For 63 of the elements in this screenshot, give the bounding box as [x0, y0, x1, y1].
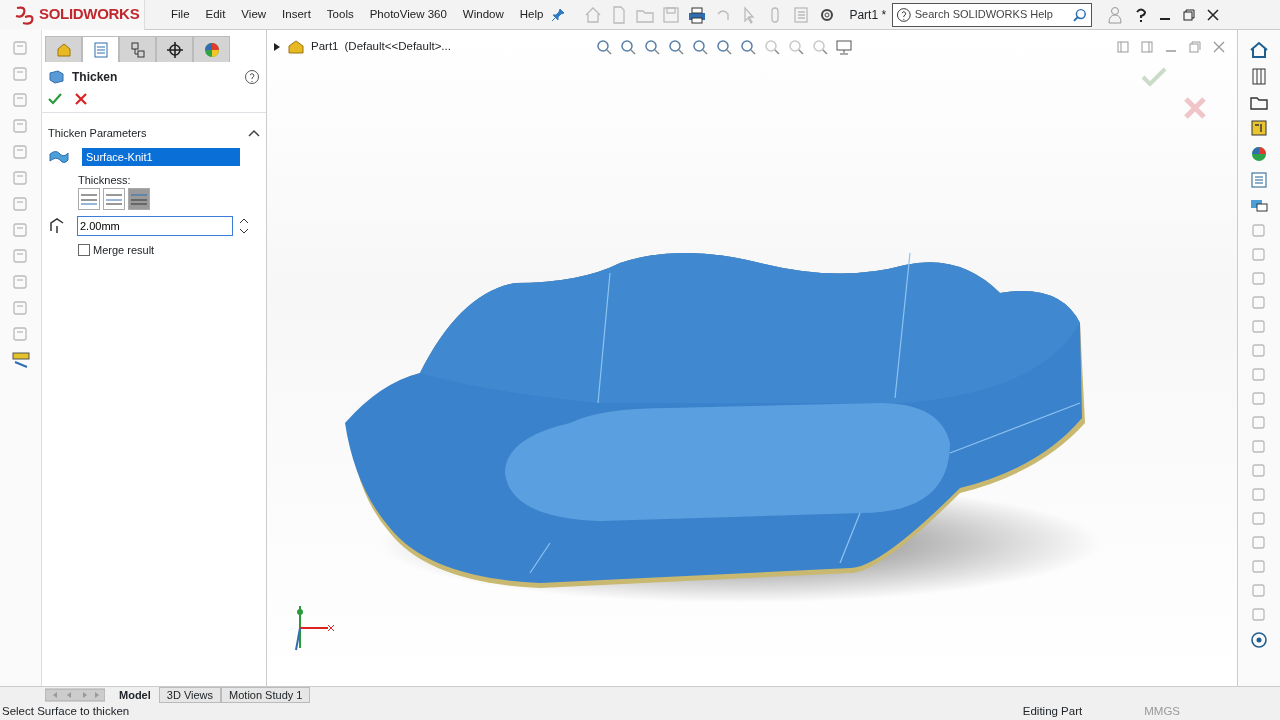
field-label: Thickness: — [77, 172, 132, 188]
user-icon[interactable] — [1107, 5, 1124, 24]
palette-icon[interactable] — [1249, 118, 1269, 138]
direction-option[interactable] — [128, 188, 150, 210]
thickness-input[interactable]: 2.00mm — [77, 216, 233, 236]
color-wheel-icon[interactable] — [1249, 144, 1269, 164]
print-icon[interactable] — [687, 4, 708, 25]
menu-item[interactable]: Insert — [274, 5, 319, 24]
menu-item[interactable]: Tools — [318, 5, 362, 24]
monitor-icon[interactable] — [834, 38, 853, 56]
restore-icon[interactable] — [1183, 8, 1196, 21]
configuration-label: (Default<<Default>... — [344, 39, 451, 55]
view-tab[interactable]: Motion Study 1 — [221, 687, 311, 703]
zoom-icon[interactable] — [594, 38, 613, 56]
crosshair-icon — [165, 40, 184, 59]
selection-field[interactable]: Surface-Knit1 — [82, 147, 240, 166]
close-icon[interactable] — [1207, 8, 1220, 21]
cancel-icon[interactable] — [74, 92, 88, 106]
merge-checkbox[interactable] — [78, 244, 90, 257]
list-icon — [91, 40, 110, 59]
panel-right-icon[interactable] — [1141, 41, 1153, 53]
tree-item[interactable]: Part1 — [311, 38, 339, 56]
search-icon — [1072, 6, 1089, 23]
menu-item[interactable]: Edit — [197, 5, 234, 24]
menu-item[interactable]: View — [233, 5, 275, 24]
save-icon[interactable] — [661, 4, 682, 25]
spinner-icon[interactable] — [239, 216, 249, 236]
ok-icon[interactable] — [48, 92, 62, 106]
expand-icon[interactable] — [273, 42, 281, 52]
direction-option[interactable] — [78, 188, 100, 210]
pin-icon[interactable] — [551, 7, 566, 22]
library-icon[interactable] — [1249, 66, 1269, 86]
measure-icon[interactable] — [10, 350, 31, 370]
menu-item[interactable]: Help — [511, 5, 552, 24]
section-title: Thicken Parameters — [48, 126, 148, 141]
color-wheel-icon — [202, 40, 221, 59]
menu-item[interactable]: PhotoView 360 — [361, 5, 455, 24]
feature-icon — [48, 69, 66, 85]
status-message: Select Surface to thicken — [2, 703, 131, 719]
help-icon[interactable] — [1135, 6, 1148, 23]
view-tab[interactable]: 3D Views — [158, 687, 222, 703]
help-icon — [896, 6, 912, 23]
logo-icon — [14, 3, 36, 26]
tree-icon — [128, 40, 147, 59]
search-field[interactable]: Search SOLIDWORKS Help — [914, 6, 1070, 23]
confirm-icon[interactable] — [1141, 66, 1167, 88]
collapse-icon[interactable] — [248, 128, 260, 139]
tab-scroll-icon[interactable] — [45, 688, 105, 702]
app-logo: SOLIDWORKS — [39, 4, 140, 25]
part-icon — [287, 38, 305, 56]
direction-option[interactable] — [103, 188, 125, 210]
menu-item[interactable]: File — [163, 5, 198, 24]
status-mode: Editing Part — [1022, 703, 1083, 719]
checkbox-label: Merge result — [93, 243, 155, 258]
menu-item[interactable]: Window — [454, 5, 512, 24]
panel-left-icon[interactable] — [1117, 41, 1129, 53]
search-box[interactable]: Search SOLIDWORKS Help — [892, 2, 1093, 27]
target-icon[interactable] — [1249, 630, 1269, 650]
feature-title: Thicken — [72, 69, 119, 86]
document-title: Part1 * — [849, 6, 887, 24]
panel-tab[interactable] — [156, 36, 193, 62]
list-icon[interactable] — [1249, 170, 1269, 190]
home-icon[interactable] — [1249, 40, 1269, 60]
